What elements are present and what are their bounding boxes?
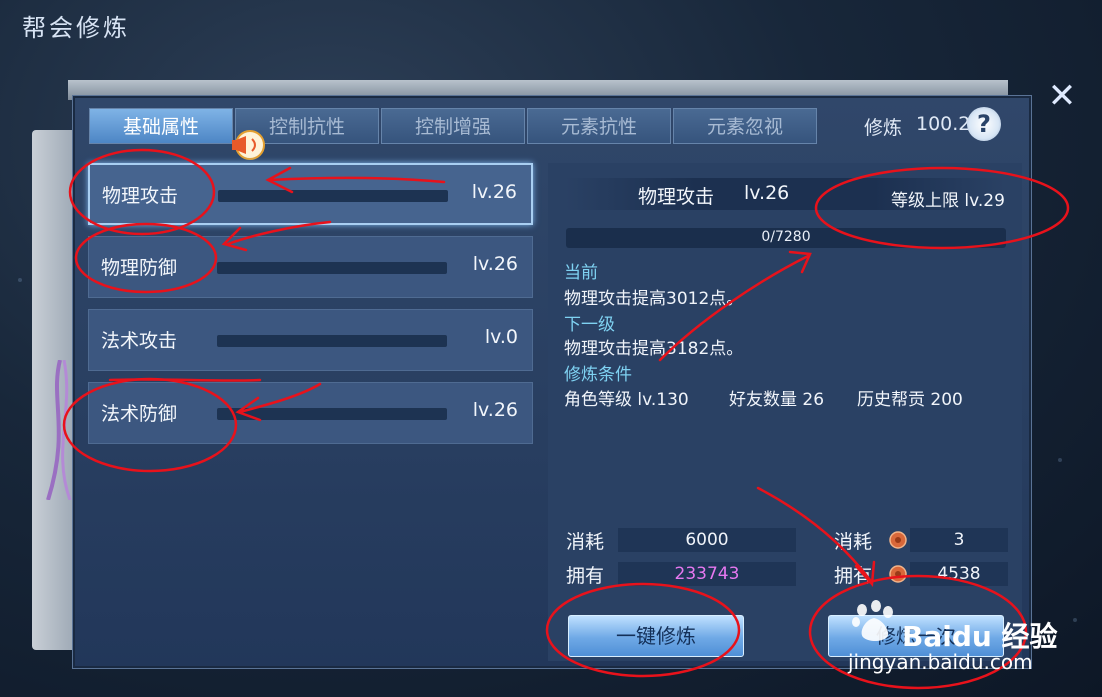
attribute-row-physical-defense[interactable]: 物理防御 lv.26 <box>88 236 533 298</box>
close-icon[interactable]: ✕ <box>1040 78 1084 114</box>
speaker-icon <box>232 130 265 160</box>
own-label: 拥有 <box>566 565 605 587</box>
cultivation-label: 修炼 <box>864 117 903 139</box>
coin-icon <box>889 565 907 583</box>
experience-text: 0/7280 <box>761 229 811 245</box>
attribute-level: lv.26 <box>472 399 518 421</box>
tab-basic-attributes[interactable]: 基础属性 <box>89 108 233 144</box>
attribute-row-physical-attack[interactable]: 物理攻击 lv.26 <box>88 163 533 225</box>
attribute-progress-bar <box>218 190 448 202</box>
attribute-progress-bar <box>217 335 447 347</box>
attribute-name: 物理防御 <box>101 257 178 279</box>
consume-label: 消耗 <box>834 531 873 553</box>
next-level-label: 下一级 <box>564 315 615 335</box>
current-label: 当前 <box>564 263 598 283</box>
window-title: 帮会修炼 <box>22 14 130 42</box>
one-key-cultivate-button[interactable]: 一键修炼 <box>568 615 744 657</box>
attribute-progress-bar <box>217 262 447 274</box>
tab-bar: 基础属性 控制抗性 控制增强 元素抗性 元素忽视 <box>89 108 819 144</box>
coin-icon <box>889 531 907 549</box>
level-cap: 等级上限 lv.29 <box>891 191 1005 211</box>
condition-guild-contribution: 历史帮贡 200 <box>857 390 963 410</box>
attribute-level: lv.26 <box>472 253 518 275</box>
condition-character-level: 角色等级 lv.130 <box>564 390 689 410</box>
help-icon[interactable]: ? <box>967 107 1001 141</box>
next-level-effect: 物理攻击提高3182点。 <box>564 339 744 359</box>
attribute-level: lv.0 <box>484 326 518 348</box>
baidu-paw-logo <box>852 600 893 641</box>
attribute-row-magic-attack[interactable]: 法术攻击 lv.0 <box>88 309 533 371</box>
scroll-cost-value: 6000 <box>618 528 796 552</box>
attribute-progress-bar <box>217 408 447 420</box>
ribbon-decoration <box>46 360 72 500</box>
detail-attribute-level: lv.26 <box>744 182 790 204</box>
attribute-row-magic-defense[interactable]: 法术防御 lv.26 <box>88 382 533 444</box>
attribute-name: 法术防御 <box>101 403 178 425</box>
coin-cost-value: 3 <box>910 528 1008 552</box>
conditions-label: 修炼条件 <box>564 365 632 385</box>
tab-control-enhance[interactable]: 控制增强 <box>381 108 525 144</box>
tab-element-ignore[interactable]: 元素忽视 <box>673 108 817 144</box>
scroll-owned-value: 233743 <box>618 562 796 586</box>
watermark-text: Baidu 经验 <box>902 620 1058 653</box>
own-label: 拥有 <box>834 565 873 587</box>
detail-attribute-name: 物理攻击 <box>638 186 715 208</box>
condition-friend-count: 好友数量 26 <box>729 390 825 410</box>
attribute-name: 法术攻击 <box>101 330 178 352</box>
coin-owned-value: 4538 <box>910 562 1008 586</box>
tab-element-resistance[interactable]: 元素抗性 <box>527 108 671 144</box>
consume-label: 消耗 <box>566 531 605 553</box>
watermark-url: jingyan.baidu.com <box>848 650 1033 674</box>
attribute-level: lv.26 <box>471 181 517 203</box>
current-effect: 物理攻击提高3012点。 <box>564 289 744 309</box>
attribute-name: 物理攻击 <box>102 185 179 207</box>
cultivation-value: 100.2 <box>916 113 971 135</box>
